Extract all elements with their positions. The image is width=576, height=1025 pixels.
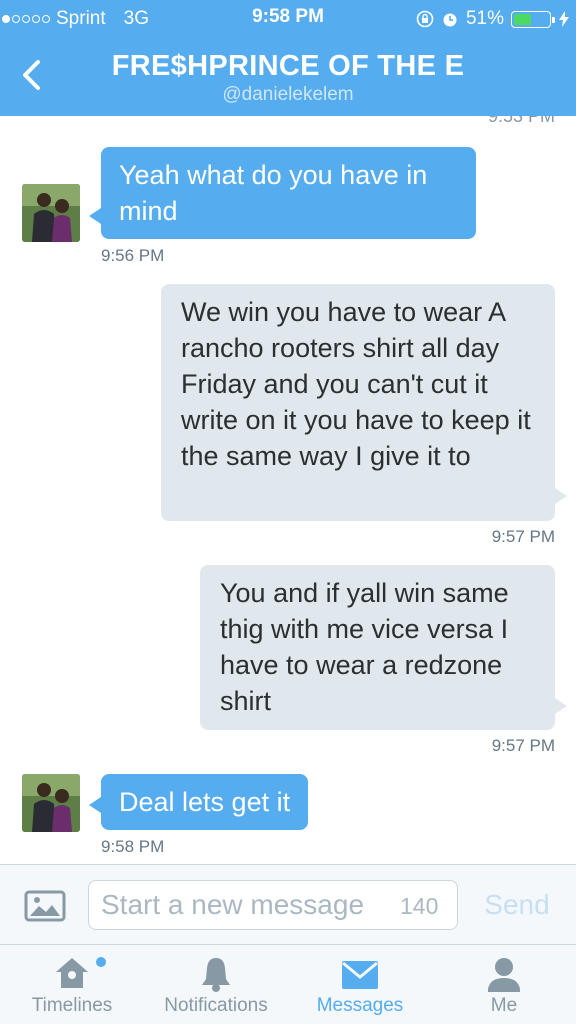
tab-bar: Timelines Notifications Messages Me bbox=[0, 944, 576, 1024]
top-header: Sprint 3G 9:58 PM 51% FRE$HPRINCE OF THE… bbox=[0, 0, 576, 116]
envelope-icon bbox=[342, 961, 378, 989]
notification-badge bbox=[96, 957, 106, 967]
tab-label: Messages bbox=[316, 995, 404, 1016]
person-icon bbox=[488, 958, 520, 992]
message-bubble-incoming[interactable]: Deal lets get it bbox=[101, 774, 309, 830]
message-bubble-incoming[interactable]: Yeah what do you have in mind bbox=[101, 147, 476, 239]
bubble-tail bbox=[555, 698, 567, 714]
bubble-tail bbox=[89, 208, 101, 224]
message-timestamp: 9:53 PM bbox=[487, 116, 555, 126]
tab-notifications[interactable]: Notifications bbox=[144, 945, 288, 1025]
bell-icon bbox=[202, 958, 230, 992]
tab-me[interactable]: Me bbox=[432, 945, 576, 1025]
status-bar-right: 51% bbox=[416, 6, 570, 32]
alarm-icon bbox=[443, 13, 457, 27]
message-timestamp: 9:58 PM bbox=[101, 837, 165, 856]
home-icon bbox=[56, 958, 88, 988]
send-button[interactable]: Send bbox=[474, 887, 560, 923]
tab-label: Notifications bbox=[164, 995, 268, 1016]
tab-messages[interactable]: Messages bbox=[288, 945, 432, 1025]
tab-timelines[interactable]: Timelines bbox=[0, 945, 144, 1025]
conversation-handle[interactable]: @danielekelem bbox=[0, 84, 576, 106]
lock-rotation-icon bbox=[416, 10, 434, 28]
message-timestamp: 9:56 PM bbox=[101, 246, 165, 265]
tab-label: Me bbox=[490, 995, 518, 1016]
character-count: 140 bbox=[400, 893, 439, 919]
battery-icon bbox=[511, 10, 555, 28]
battery-percent: 51% bbox=[465, 8, 504, 29]
charging-icon bbox=[559, 11, 569, 27]
message-timestamp: 9:57 PM bbox=[491, 736, 555, 755]
photo-icon[interactable] bbox=[24, 889, 66, 923]
avatar[interactable] bbox=[22, 774, 80, 832]
message-timestamp: 9:57 PM bbox=[491, 527, 555, 546]
message-composer: 140 Send bbox=[0, 864, 576, 944]
message-thread[interactable]: 9:53 PM Yeah what do you have in mind 9:… bbox=[0, 116, 576, 864]
message-bubble-outgoing[interactable]: You and if yall win same thig with me vi… bbox=[200, 565, 555, 730]
bubble-tail bbox=[89, 797, 101, 813]
avatar[interactable] bbox=[22, 184, 80, 242]
tab-label: Timelines bbox=[31, 995, 113, 1016]
message-bubble-outgoing[interactable]: We win you have to wear A rancho rooters… bbox=[161, 284, 555, 521]
bubble-tail bbox=[555, 488, 567, 504]
conversation-title: FRE$HPRINCE OF THE E bbox=[111, 50, 465, 82]
